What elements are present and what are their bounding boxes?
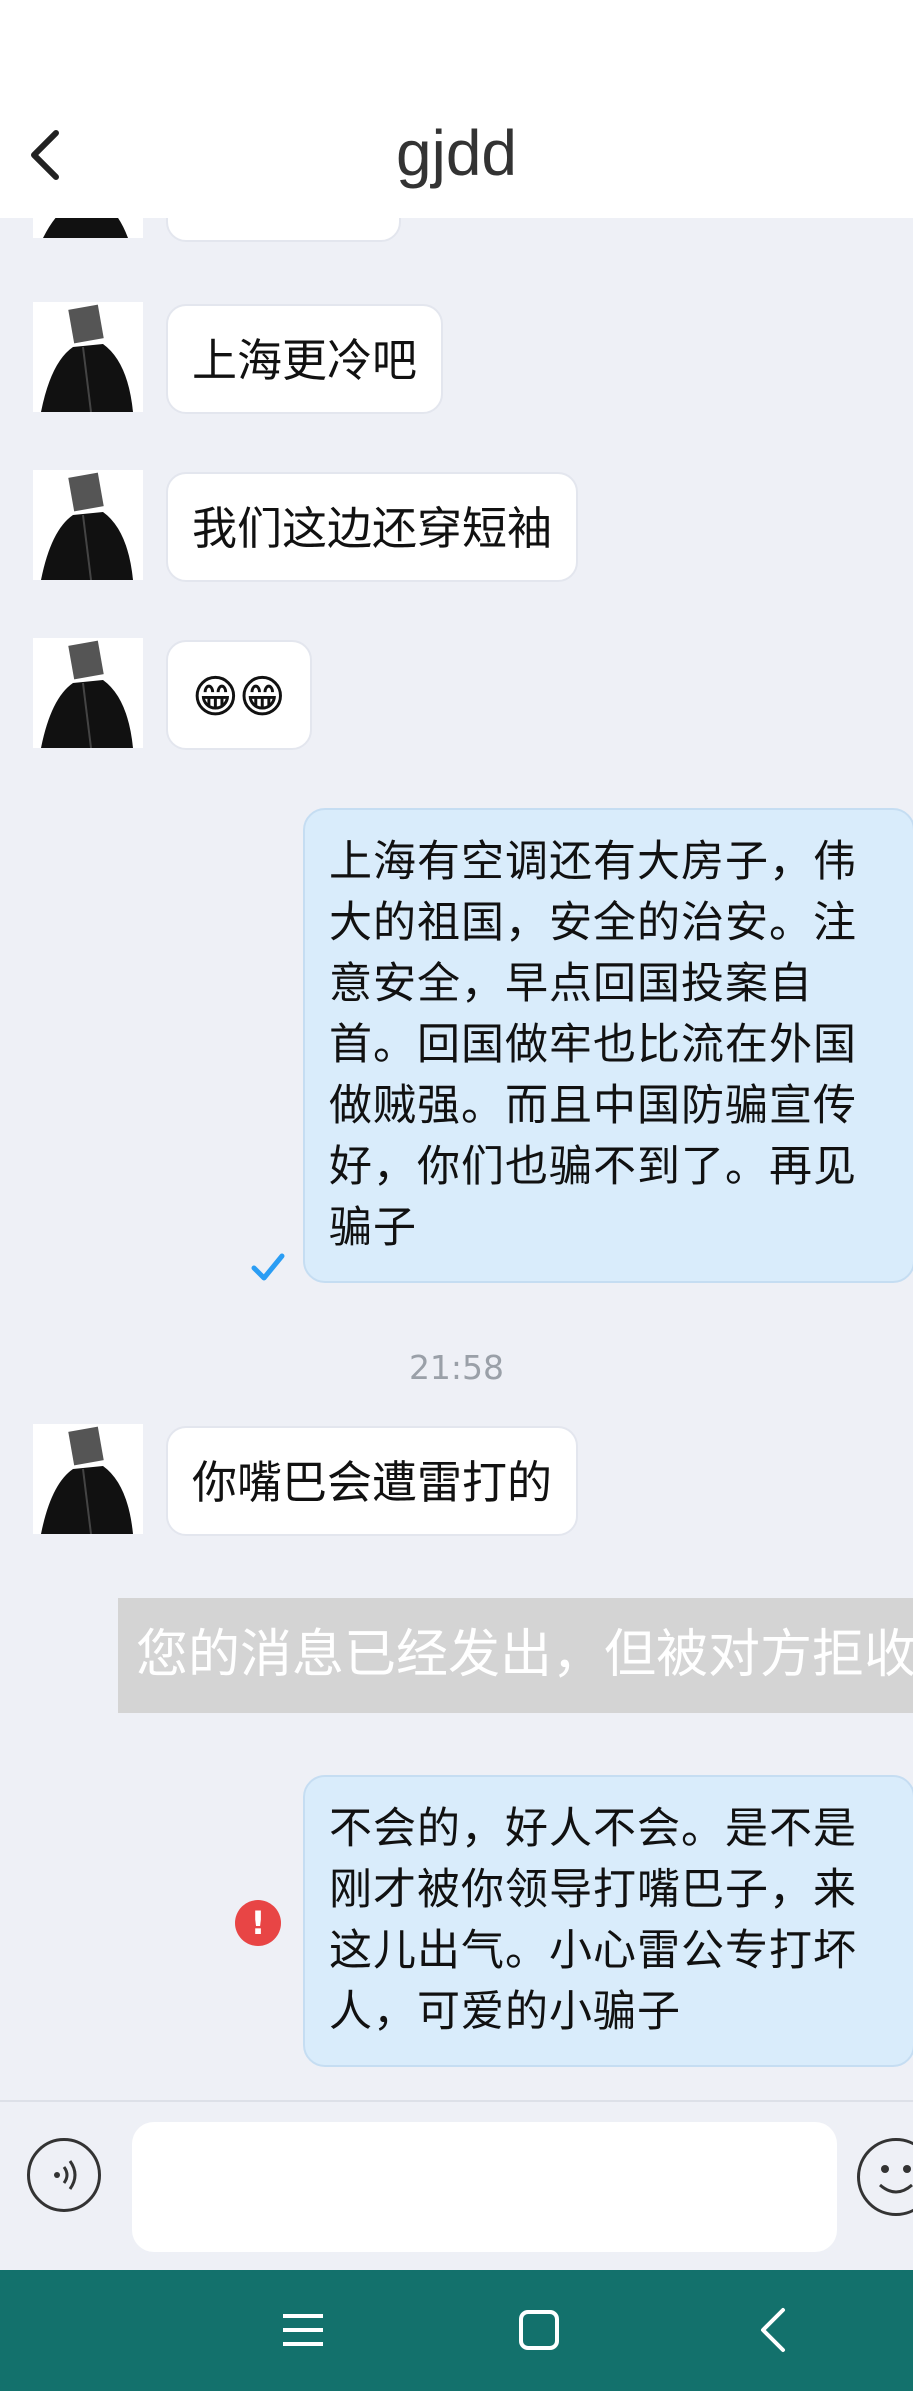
message-bubble-outgoing[interactable]: 上海有空调还有大房子，伟大的祖国，安全的治安。注意安全，早点回国投案自首。回国做…	[303, 808, 913, 1283]
home-icon[interactable]	[509, 2300, 569, 2360]
timestamp: 21:58	[408, 1348, 505, 1387]
message-bubble-outgoing[interactable]: 不会的，好人不会。是不是刚才被你领导打嘴巴子，来这儿出气。小心雷公专打坏人，可爱…	[303, 1775, 913, 2067]
chat-header: gjdd	[0, 90, 913, 218]
send-failed-icon[interactable]: !	[235, 1900, 281, 1946]
status-bar-area	[0, 0, 913, 90]
chat-title: gjdd	[396, 117, 517, 189]
message-list[interactable]: 上海更冷吧 我们这边还穿短袖 😁😁 上海有空调还有大房子，伟大的祖国，安全的治安…	[0, 218, 913, 2100]
emoji-icon[interactable]	[857, 2138, 913, 2216]
system-notice-rejected: 您的消息已经发出，但被对方拒收了	[118, 1598, 913, 1713]
message-bubble-incoming[interactable]: 你嘴巴会遭雷打的	[166, 1426, 579, 1536]
avatar[interactable]	[33, 218, 143, 238]
system-nav-bar	[0, 2270, 913, 2391]
check-icon	[250, 1250, 286, 1286]
input-bar	[0, 2100, 913, 2270]
avatar[interactable]	[33, 638, 143, 748]
back-icon[interactable]	[745, 2300, 805, 2360]
message-bubble-incoming[interactable]: 上海更冷吧	[166, 304, 444, 414]
message-input[interactable]	[132, 2122, 837, 2252]
avatar[interactable]	[33, 1424, 143, 1534]
message-bubble-incoming[interactable]: 我们这边还穿短袖	[166, 472, 579, 582]
avatar[interactable]	[33, 302, 143, 412]
avatar[interactable]	[33, 470, 143, 580]
voice-icon[interactable]	[27, 2138, 101, 2212]
menu-icon[interactable]	[273, 2300, 333, 2360]
message-bubble-incoming[interactable]: 😁😁	[166, 640, 312, 750]
message-bubble-incoming-partial[interactable]	[166, 218, 401, 242]
